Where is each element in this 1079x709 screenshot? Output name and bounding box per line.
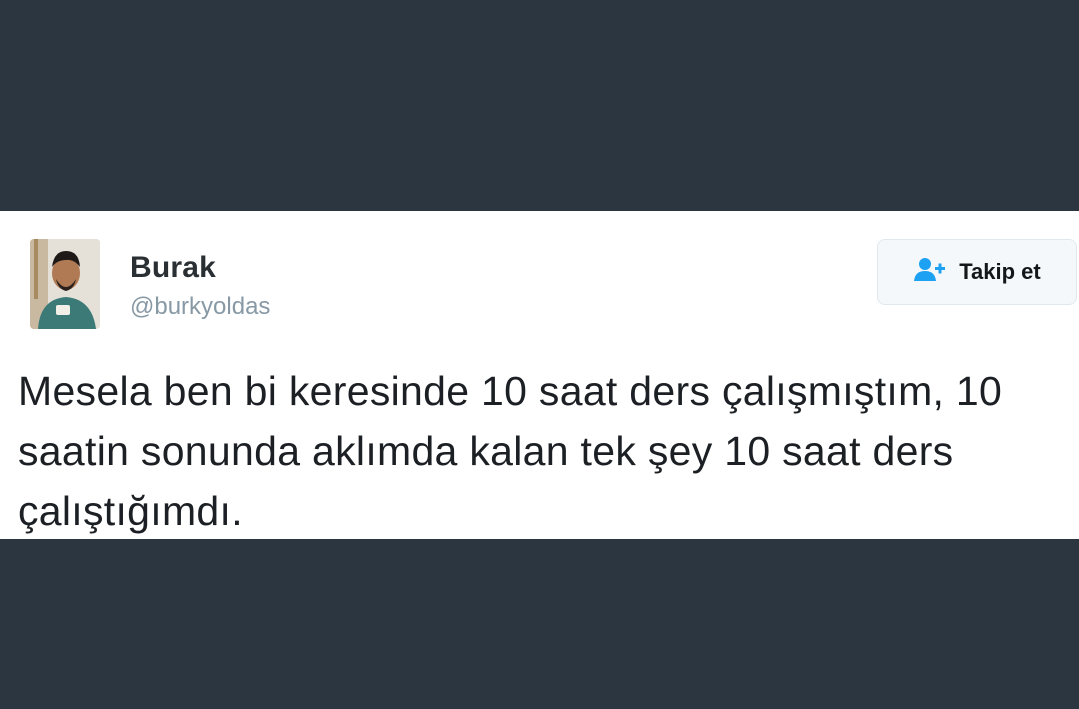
person-plus-icon [913, 257, 947, 288]
tweet-card: Burak @burkyoldas Takip et Mesela ben bi… [0, 211, 1079, 539]
author-name[interactable]: Burak [130, 251, 216, 285]
follow-button-label: Takip et [959, 259, 1041, 284]
author-handle[interactable]: @burkyoldas [130, 293, 270, 321]
screenshot-stage: Burak @burkyoldas Takip et Mesela ben bi… [0, 0, 1079, 709]
tweet-text: Mesela ben bi keresinde 10 saat ders çal… [18, 368, 1003, 534]
follow-button[interactable]: Takip et [877, 239, 1077, 305]
avatar[interactable] [30, 239, 100, 329]
